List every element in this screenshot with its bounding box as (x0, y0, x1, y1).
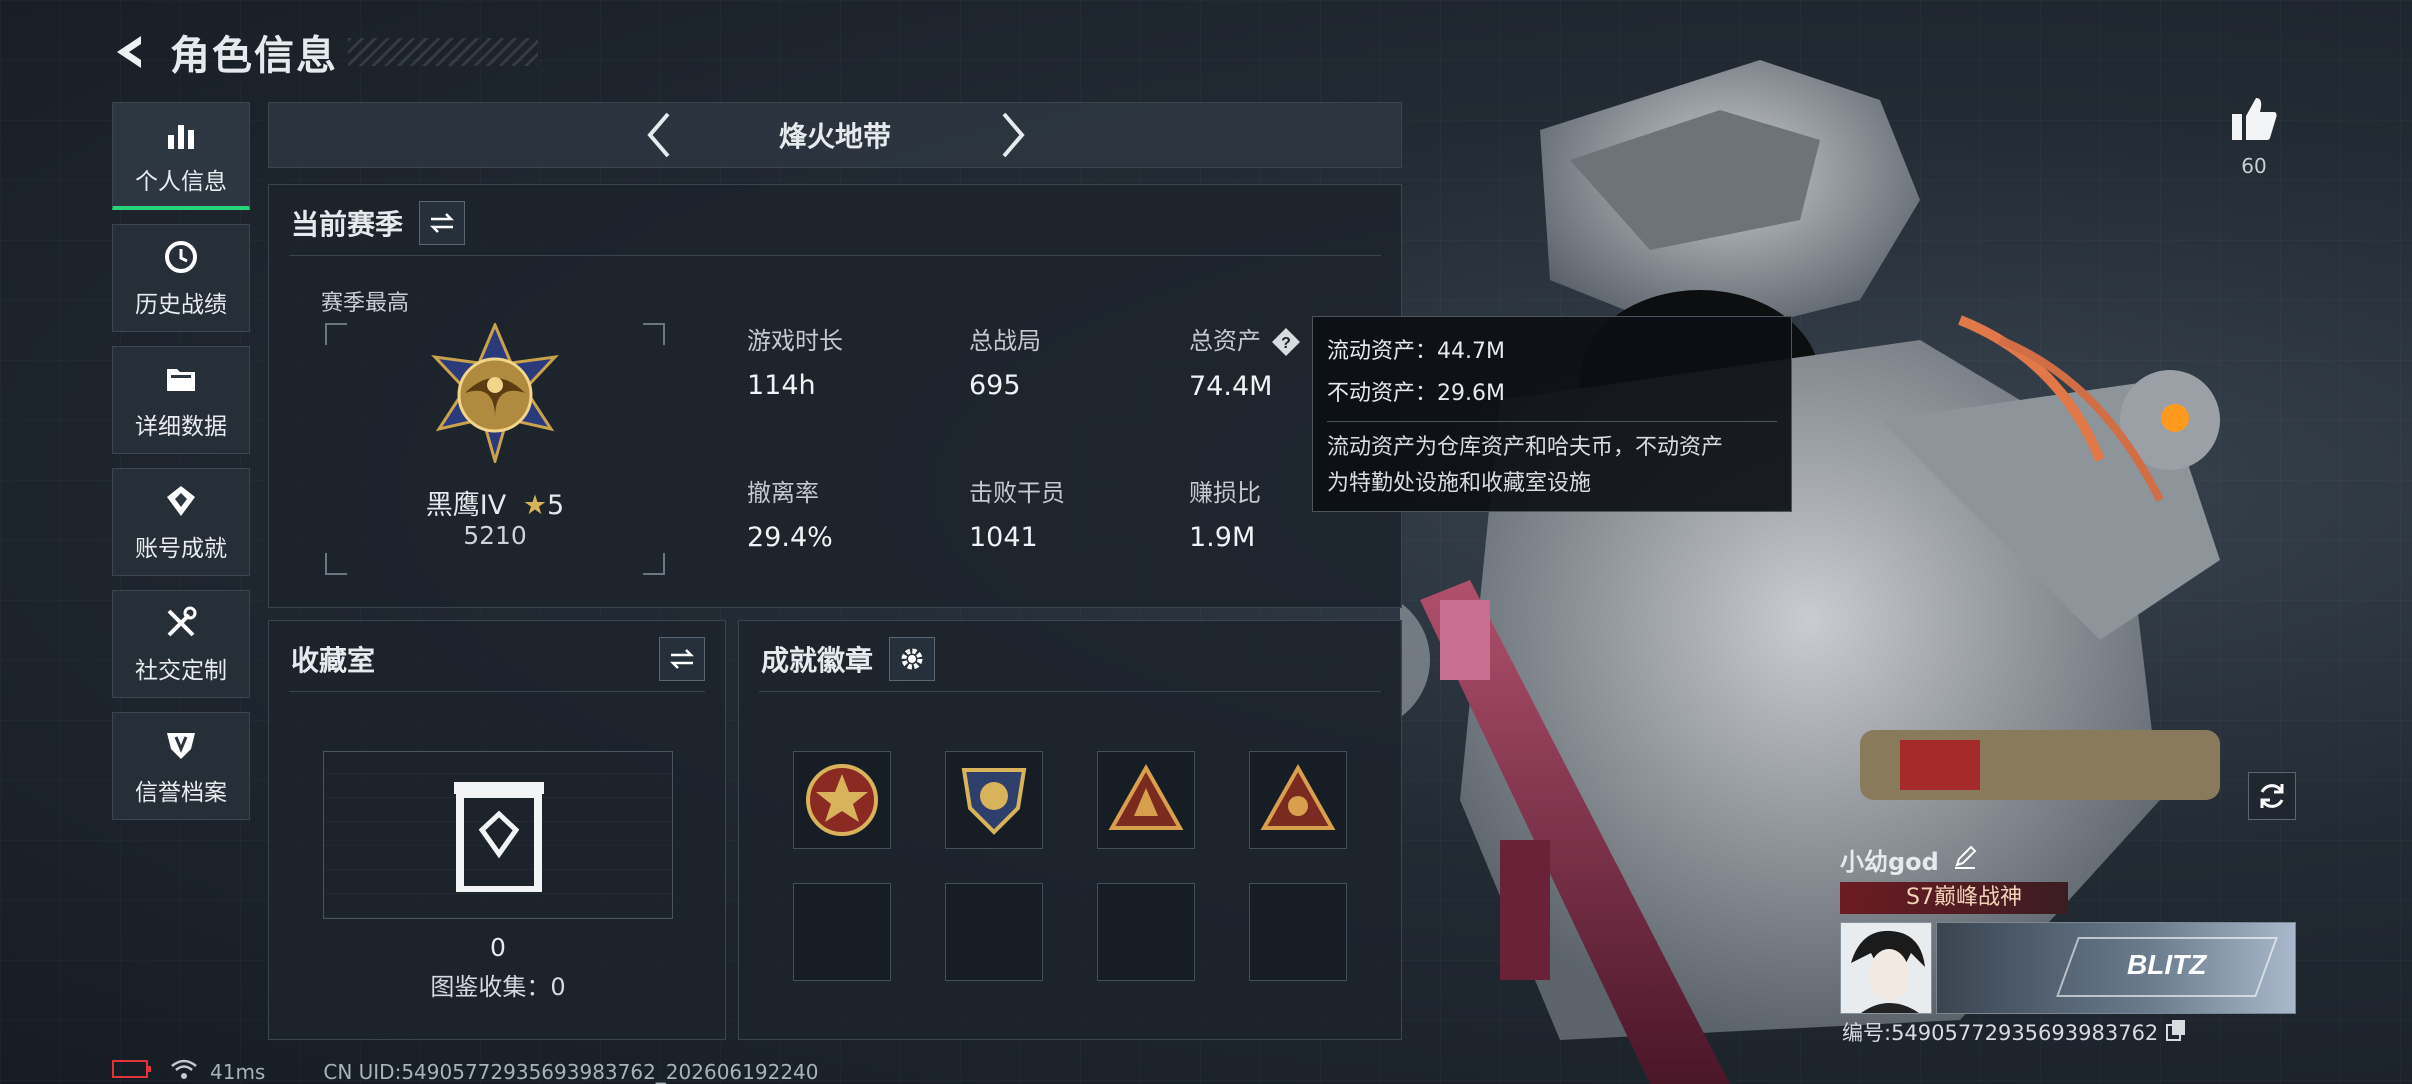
nav-item-achievements[interactable]: 账号成就 (112, 468, 250, 576)
wifi-icon (170, 1058, 198, 1084)
copy-icon[interactable] (2166, 1019, 2186, 1046)
nameplate-text: BLITZ (2127, 949, 2207, 980)
mode-title: 烽火地带 (778, 120, 891, 153)
thumbs-up-icon (2232, 98, 2277, 140)
rank-display: 黑鹰IV ★5 5210 (325, 323, 665, 575)
badges-settings-button[interactable] (889, 637, 936, 681)
badge-slot-empty[interactable] (945, 883, 1043, 981)
rank-score: 5210 (463, 521, 527, 550)
nav-item-detailed-data[interactable]: 详细数据 (112, 346, 250, 454)
badge-slot-empty[interactable] (1097, 883, 1195, 981)
stat-total-assets: 总资产? 74.4M (1189, 321, 1301, 402)
svg-text:?: ? (1281, 335, 1291, 352)
badge-slot[interactable] (945, 751, 1043, 849)
player-title-banner: S7巅峰战神 (1840, 882, 2068, 914)
star-icon: ★ (522, 490, 548, 521)
nameplate-banner: BLITZ (1936, 922, 2296, 1014)
current-season-panel: 当前赛季 赛季最高 黑鹰IV ★5 5210 游戏时长 114h 总战局 695… (268, 184, 1402, 608)
collection-count: 0 (490, 933, 506, 962)
stat-operators-defeated: 击败干员 1041 (969, 479, 1065, 553)
tools-icon (161, 603, 201, 643)
player-id: 编号:549057729356939837​62 (1842, 1021, 2159, 1045)
prev-mode-chevron-icon[interactable] (629, 105, 689, 165)
nav-label: 个人信息 (135, 168, 227, 195)
rank-stars: 5 (547, 490, 565, 521)
badges-title: 成就徽章 (761, 644, 874, 677)
bar-chart-icon (161, 114, 201, 154)
nav-label: 社交定制 (135, 658, 227, 684)
history-icon (161, 237, 201, 277)
season-title: 当前赛季 (291, 208, 404, 241)
badge-slot-empty[interactable] (1249, 883, 1347, 981)
achievement-icon (161, 481, 201, 521)
badge-slot[interactable] (1097, 751, 1195, 849)
nav-item-social-custom[interactable]: 社交定制 (112, 590, 250, 698)
star-badge-icon (806, 764, 878, 836)
shield-icon (161, 725, 201, 765)
badge-slot[interactable] (1249, 751, 1347, 849)
side-nav: 个人信息 历史战绩 详细数据 账号成就 社交定制 信誉档案 (112, 102, 250, 834)
avatar[interactable] (1840, 922, 1932, 1014)
nav-item-history[interactable]: 历史战绩 (112, 224, 250, 332)
player-name-row: 小幼god (1840, 842, 1977, 877)
status-footer: 41ms CN UID:549057729356939837​62_202606… (112, 1058, 819, 1084)
page-title: 角色信息 (170, 33, 338, 79)
help-icon[interactable]: ? (1271, 327, 1301, 357)
badges-panel: 成就徽章 (738, 620, 1402, 1040)
rank-name: 黑鹰IV (425, 490, 507, 521)
badge-slot[interactable] (793, 751, 891, 849)
player-card: 小幼god S7巅峰战神 BLITZ 编号:549057729356939837… (1836, 842, 2296, 1045)
nav-label: 信誉档案 (135, 780, 227, 806)
like-count: 60 (2241, 154, 2267, 178)
like-button[interactable]: 60 (2224, 96, 2284, 178)
swap-icon (429, 213, 455, 233)
stat-play-time: 游戏时长 114h (747, 327, 843, 401)
mode-selector: 烽火地带 (268, 102, 1402, 168)
next-mode-chevron-icon[interactable] (983, 105, 1043, 165)
stat-profit-loss: 赚损比 1.9M (1189, 479, 1261, 553)
collection-title: 收藏室 (291, 644, 376, 677)
rank-name-row: 黑鹰IV ★5 (325, 483, 665, 522)
display-case-icon (454, 782, 544, 892)
ping-value: 41ms (210, 1059, 266, 1084)
collection-catalog: 图鉴收集：0 (430, 973, 566, 1001)
badge-slot-empty[interactable] (793, 883, 891, 981)
nav-label: 历史战绩 (135, 292, 227, 318)
rank-emblem-icon (431, 323, 559, 463)
nav-item-personal-info[interactable]: 个人信息 (112, 102, 250, 210)
tooltip-note-line1: 流动资产为仓库资产和哈夫币，不动资产 (1327, 435, 1724, 460)
edit-pencil-icon[interactable] (1953, 845, 1977, 875)
back-arrow-icon[interactable] (110, 31, 152, 73)
stat-extraction-rate: 撤离率 29.4% (747, 479, 833, 553)
swap-icon (669, 649, 695, 669)
shield-badge-icon (961, 768, 1027, 835)
collection-display[interactable] (323, 751, 673, 919)
refresh-icon (2260, 784, 2284, 808)
season-swap-button[interactable] (419, 201, 466, 245)
season-best-label: 赛季最高 (321, 291, 410, 316)
liquid-assets: 流动资产：44.7M (1327, 339, 1505, 364)
title-decoration (348, 38, 538, 66)
uid-text: CN UID:549057729356939837​62_20260619224… (323, 1059, 819, 1084)
nav-item-reputation[interactable]: 信誉档案 (112, 712, 250, 820)
folder-icon (161, 359, 201, 399)
player-title: S7巅峰战神 (1906, 885, 2022, 910)
collection-panel: 收藏室 0 图鉴收集：0 (268, 620, 726, 1040)
page-header: 角色信息 (110, 22, 538, 82)
triangle-badge-icon (1108, 763, 1184, 830)
nav-label: 详细数据 (135, 414, 227, 440)
stat-total-matches: 总战局 695 (969, 327, 1041, 401)
battery-icon (112, 1059, 152, 1084)
tooltip-note-line2: 为特勤处设施和收藏室设施 (1327, 471, 1592, 496)
triangle-badge-icon (1260, 763, 1336, 830)
nav-label: 账号成就 (135, 536, 227, 562)
fixed-assets: 不动资产：29.6M (1327, 381, 1505, 406)
player-id-row: 编号:549057729356939837​62 (1842, 1017, 2186, 1047)
collection-swap-button[interactable] (659, 637, 705, 681)
gear-icon (901, 648, 923, 670)
rotate-button[interactable] (2248, 772, 2296, 820)
assets-tooltip: 流动资产：44.7M 不动资产：29.6M 流动资产为仓库资产和哈夫币，不动资产… (1312, 316, 1792, 512)
player-name: 小幼god (1840, 848, 1939, 876)
